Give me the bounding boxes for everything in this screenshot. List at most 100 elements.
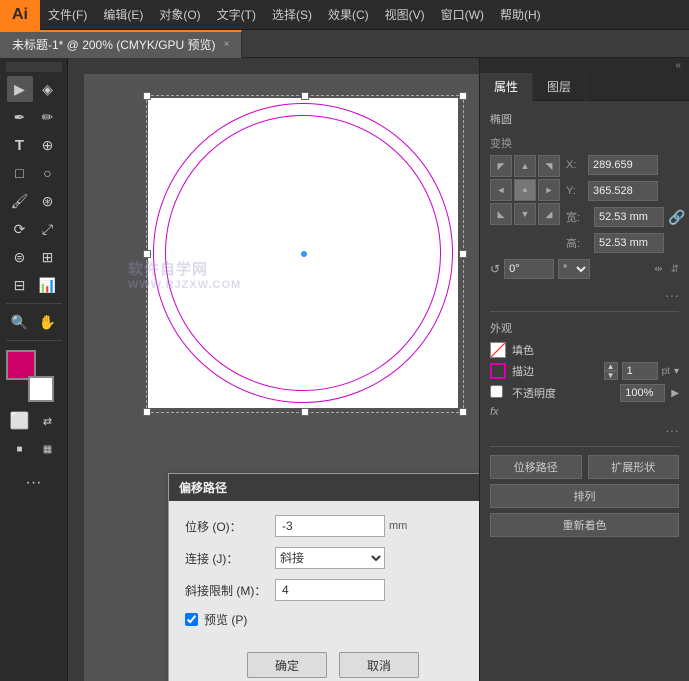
align-bl[interactable]: ◣ (490, 203, 512, 225)
align-mr[interactable]: ► (538, 179, 560, 201)
background-color[interactable] (28, 376, 54, 402)
divider-1 (490, 311, 679, 312)
hand-tool[interactable]: ✋ (35, 309, 61, 335)
free-transform[interactable]: ⊞ (35, 244, 61, 270)
opacity-more-btn[interactable]: ▶ (671, 388, 679, 399)
menu-file[interactable]: 文件(F) (40, 0, 95, 29)
opacity-checkbox[interactable] (490, 385, 503, 398)
rotate-tool[interactable]: ⟳ (7, 216, 33, 242)
tool-row-modes: ■ ▦ (7, 436, 61, 462)
join-select[interactable]: 斜接 圆形 斜切 (275, 547, 385, 569)
menu-select[interactable]: 选择(S) (264, 0, 320, 29)
fill-swatch[interactable] (490, 342, 506, 358)
color-mode-icon[interactable]: ■ (7, 436, 33, 462)
align-br[interactable]: ◢ (538, 203, 560, 225)
swap-colors-icon[interactable]: ⇄ (35, 408, 61, 434)
canvas-area[interactable]: 软件自学网 WWW.RJZXW.COM 偏移路径 位移 (O)： mm 连接 (… (68, 58, 479, 681)
more-options-icon[interactable]: ··· (665, 287, 679, 303)
pencil-tool[interactable]: ✏ (35, 104, 61, 130)
offset-unit: mm (389, 520, 407, 532)
tab-close-button[interactable]: × (224, 39, 230, 50)
tab-properties[interactable]: 属性 (480, 73, 533, 101)
menu-view[interactable]: 视图(V) (377, 0, 433, 29)
link-proportions-icon[interactable]: 🔗 (668, 209, 685, 226)
menu-edit[interactable]: 编辑(E) (95, 0, 151, 29)
menu-help[interactable]: 帮助(H) (492, 0, 549, 29)
align-tl[interactable]: ◤ (490, 155, 512, 177)
fill-none-icon[interactable]: ⬜ (7, 408, 33, 434)
type-tool[interactable]: T (7, 132, 33, 158)
pen-tool[interactable]: ✒ (7, 104, 33, 130)
stroke-up-btn[interactable]: ▲ (604, 362, 618, 371)
menu-effect[interactable]: 效果(C) (320, 0, 377, 29)
blob-tool[interactable]: ⊛ (35, 188, 61, 214)
shape-builder[interactable]: ⊟ (7, 272, 33, 298)
x-input[interactable] (588, 155, 658, 175)
arrange-button[interactable]: 排列 (490, 484, 679, 508)
stroke-down-btn[interactable]: ▼ (604, 371, 618, 380)
align-ml[interactable]: ◄ (490, 179, 512, 201)
x-row: X: (566, 155, 685, 175)
warp-tool[interactable]: ⊜ (7, 244, 33, 270)
align-mc[interactable]: ● (514, 179, 536, 201)
stroke-options-btn[interactable]: ▾ (674, 366, 679, 377)
flip-v-icon[interactable]: ⇵ (671, 264, 679, 275)
menu-object[interactable]: 对象(O) (151, 0, 208, 29)
miter-row: 斜接限制 (M)： (185, 579, 479, 601)
gradient-mode-icon[interactable]: ▦ (35, 436, 61, 462)
width-input[interactable] (594, 207, 664, 227)
offset-input[interactable] (275, 515, 385, 537)
more-options-icon-2[interactable]: ··· (665, 422, 679, 438)
opacity-input[interactable] (620, 384, 665, 402)
paintbrush-tool[interactable]: 🖌 (7, 188, 33, 214)
align-bc[interactable]: ▼ (514, 203, 536, 225)
more-tools: ··· (21, 470, 47, 496)
height-row: 高: (566, 233, 685, 253)
preview-checkbox[interactable] (185, 613, 198, 626)
dialog-title: 偏移路径 (169, 474, 479, 501)
handle-mid-right[interactable] (459, 250, 467, 258)
miter-input[interactable] (275, 579, 385, 601)
align-tc[interactable]: ▲ (514, 155, 536, 177)
collapse-left-icon[interactable]: « (675, 60, 681, 71)
rotate-select[interactable]: ° (558, 259, 590, 279)
tool-row-1: ▶ ◈ (7, 76, 61, 102)
cancel-button[interactable]: 取消 (339, 652, 419, 678)
zoom-tool[interactable]: 🔍 (7, 309, 33, 335)
stroke-swatch[interactable] (490, 363, 506, 379)
select-tool[interactable]: ▶ (7, 76, 33, 102)
scale-tool[interactable]: ⤢ (35, 216, 61, 242)
recolor-button[interactable]: 重新着色 (490, 513, 679, 537)
join-row: 连接 (J)： 斜接 圆形 斜切 (185, 547, 479, 569)
offset-path-button[interactable]: 位移路径 (490, 455, 582, 479)
ok-button[interactable]: 确定 (247, 652, 327, 678)
ellipse-tool[interactable]: ○ (35, 160, 61, 186)
offset-label: 位移 (O)： (185, 518, 275, 535)
tab-layers[interactable]: 图层 (533, 73, 586, 101)
document-tab[interactable]: 未标题-1* @ 200% (CMYK/GPU 预览) × (0, 30, 242, 58)
handle-bottom-mid[interactable] (301, 408, 309, 416)
opacity-label: 不透明度 (512, 385, 556, 401)
graph-tool[interactable]: 📊 (35, 272, 61, 298)
preview-label: 预览 (P) (204, 611, 247, 628)
y-row: Y: (566, 181, 685, 201)
flip-h-icon[interactable]: ⇹ (654, 264, 662, 275)
menu-type[interactable]: 文字(T) (209, 0, 264, 29)
handle-bottom-left[interactable] (143, 408, 151, 416)
rect-tool[interactable]: □ (7, 160, 33, 186)
align-tr[interactable]: ◥ (538, 155, 560, 177)
touch-tool[interactable]: ⊕ (35, 132, 61, 158)
height-input[interactable] (594, 233, 664, 253)
tool-separator-2 (6, 340, 62, 341)
y-input[interactable] (588, 181, 658, 201)
rotate-input[interactable] (504, 259, 554, 279)
more-menu-2: ··· (490, 422, 679, 438)
direct-select-tool[interactable]: ◈ (35, 76, 61, 102)
handle-bottom-right[interactable] (459, 408, 467, 416)
handle-top-right[interactable] (459, 92, 467, 100)
stroke-value-input[interactable] (622, 362, 658, 380)
expand-shape-button[interactable]: 扩展形状 (588, 455, 680, 479)
menu-window[interactable]: 窗口(W) (433, 0, 492, 29)
more-tools-button[interactable]: ··· (21, 470, 47, 496)
ai-logo-button[interactable]: Ai (0, 0, 40, 30)
